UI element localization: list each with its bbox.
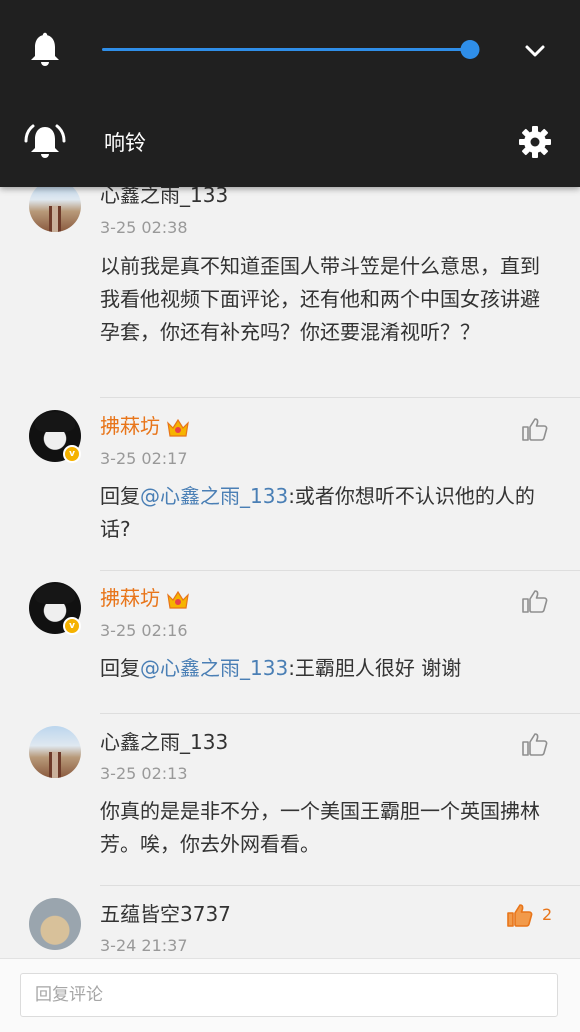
vip-crown-icon <box>167 590 189 609</box>
divider <box>100 885 580 886</box>
comment-text: 你真的是是非不分，一个美国王霸胆一个英国拂林芳。唉，你去外网看看。 <box>100 799 540 856</box>
comment-time: 3-24 21:37 <box>100 936 188 955</box>
reply-prefix: 回复 <box>100 656 140 680</box>
reply-bar <box>0 958 580 1032</box>
bell-icon[interactable] <box>28 32 62 68</box>
comment-username[interactable]: 五蕴皆空3737 <box>100 900 231 928</box>
thumbs-up-icon[interactable] <box>521 731 549 757</box>
mention-link[interactable]: @心鑫之雨_133 <box>140 484 288 508</box>
comment-time: 3-25 02:17 <box>100 449 188 468</box>
volume-slider-fill <box>102 48 471 51</box>
verified-badge-icon: v <box>63 445 81 463</box>
like-count: 2 <box>542 905 553 924</box>
reply-prefix: 回复 <box>100 484 140 508</box>
thumbs-up-icon[interactable] <box>506 902 534 928</box>
comment-time: 3-25 02:16 <box>100 621 188 640</box>
comment-text: 回复@心鑫之雨_133:王霸胆人很好 谢谢 <box>100 652 555 685</box>
vip-crown-icon <box>167 418 189 437</box>
divider <box>100 397 580 398</box>
thumbs-up-icon[interactable] <box>521 588 549 614</box>
divider <box>100 570 580 571</box>
bell-ringing-icon[interactable] <box>24 122 66 162</box>
mention-link[interactable]: @心鑫之雨_133 <box>140 656 288 680</box>
gear-icon[interactable] <box>518 125 552 159</box>
comment-time: 3-25 02:38 <box>100 218 188 237</box>
comment-body: :王霸胆人很好 谢谢 <box>288 656 462 680</box>
avatar[interactable] <box>29 180 81 232</box>
volume-slider[interactable] <box>102 40 480 60</box>
avatar[interactable] <box>29 726 81 778</box>
comment-username-text[interactable]: 拂菻坊 <box>100 414 160 438</box>
comment-username[interactable]: 拂菻坊 <box>100 584 190 612</box>
comment-text: 回复@心鑫之雨_133:或者你想听不认识他的人的话? <box>100 480 555 546</box>
comment-time: 3-25 02:13 <box>100 764 188 783</box>
divider <box>100 713 580 714</box>
volume-panel: 响铃 <box>0 0 580 187</box>
comment-username[interactable]: 拂菻坊 <box>100 412 190 440</box>
chevron-down-icon[interactable] <box>522 38 548 64</box>
ringer-mode-label[interactable]: 响铃 <box>104 128 146 158</box>
avatar[interactable] <box>29 898 81 950</box>
comment-text: 以前我是真不知道歪国人带斗笠是什么意思，直到我看他视频下面评论，还有他和两个中国… <box>100 254 540 344</box>
thumbs-up-icon[interactable] <box>521 416 549 442</box>
reply-input[interactable] <box>20 973 558 1017</box>
volume-slider-thumb[interactable] <box>460 40 480 59</box>
comment-username[interactable]: 心鑫之雨_133 <box>100 728 228 756</box>
comment-username-text[interactable]: 拂菻坊 <box>100 586 160 610</box>
verified-badge-icon: v <box>63 617 81 635</box>
